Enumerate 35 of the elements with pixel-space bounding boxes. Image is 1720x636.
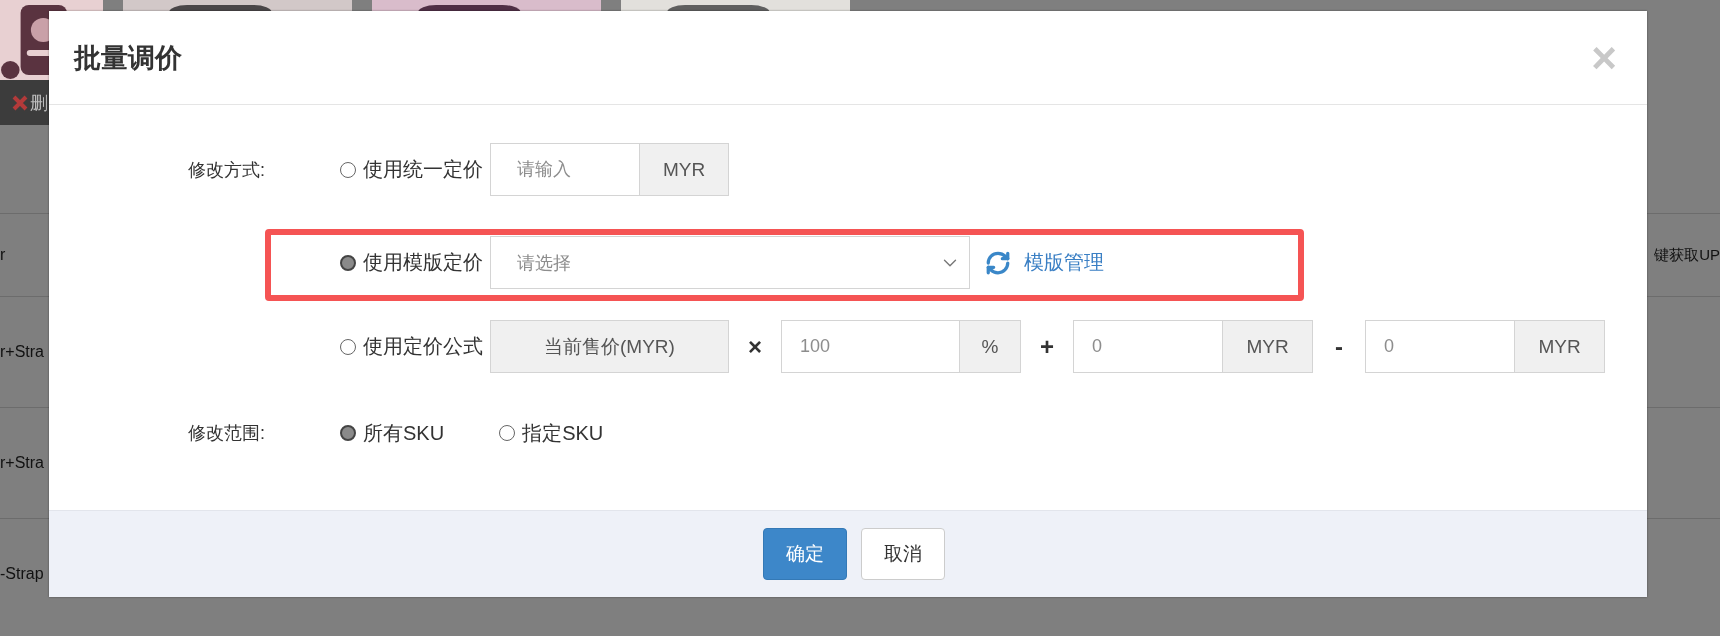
radio-icon[interactable] (340, 425, 356, 441)
radio-option[interactable]: 所有SKU (340, 419, 445, 447)
table-cell: r+Stra (0, 343, 44, 361)
confirm-button[interactable]: 确定 (763, 528, 847, 580)
radio-icon[interactable] (340, 161, 356, 178)
unit-addon: MYR (1223, 320, 1313, 373)
price-input[interactable]: 请输入 (490, 143, 640, 196)
formula-input[interactable]: 100 (781, 320, 960, 373)
field-label: 修改范围: (188, 422, 266, 445)
radio-icon[interactable] (499, 425, 516, 441)
radio-icon[interactable] (340, 338, 356, 355)
radio-option[interactable]: 使用模版定价 (340, 249, 483, 276)
refresh-icon[interactable] (985, 249, 1011, 276)
table-cell: -Strap (0, 565, 44, 583)
base-price-addon: 当前售价(MYR) (490, 320, 729, 373)
delete-icon (12, 94, 28, 111)
formula-input[interactable]: 0 (1073, 320, 1223, 373)
formula-input[interactable]: 0 (1365, 320, 1515, 373)
currency-addon: MYR (640, 143, 729, 196)
operator-sign: + (1039, 332, 1055, 361)
radio-option[interactable]: 指定SKU (499, 419, 604, 447)
unit-addon: % (960, 320, 1021, 373)
operator-sign: - (1334, 332, 1344, 361)
operator-sign: × (747, 332, 763, 361)
table-cell: r (0, 246, 6, 264)
template-manage-link[interactable]: 模版管理 (1024, 249, 1104, 276)
table-cell: r+Stra (0, 454, 44, 472)
field-label: 修改方式: (188, 158, 266, 182)
radio-icon[interactable] (340, 254, 356, 271)
unit-addon: MYR (1515, 320, 1605, 373)
cancel-button[interactable]: 取消 (861, 528, 945, 580)
radio-option[interactable]: 使用统一定价 (340, 156, 483, 183)
radio-option[interactable]: 使用定价公式 (340, 333, 483, 360)
dialog-title: 批量调价 (74, 41, 182, 75)
table-cell: 键获取UP (1654, 245, 1720, 265)
